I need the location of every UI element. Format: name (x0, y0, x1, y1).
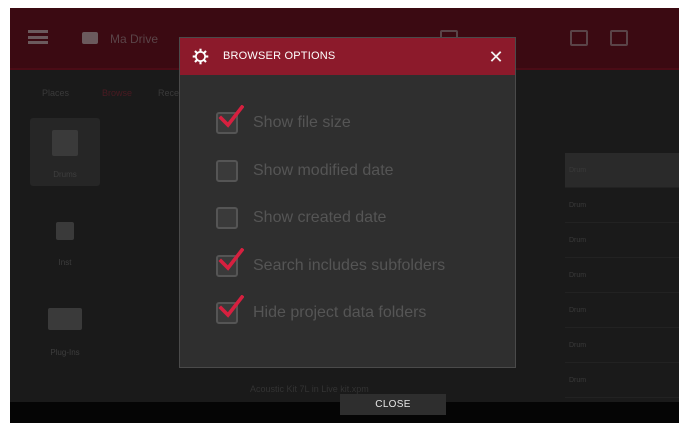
tab-places[interactable]: Places (42, 88, 69, 98)
type-cell: Drum (569, 377, 587, 384)
table-row[interactable]: Drum (565, 188, 679, 223)
option-hide-project-data-folders[interactable]: Hide project data folders (216, 295, 506, 326)
close-icon[interactable]: ✕ (485, 46, 507, 68)
category-inst[interactable]: Inst (30, 206, 100, 274)
drums-icon (52, 130, 78, 156)
dialog-title: BROWSER OPTIONS (223, 50, 336, 62)
table-row[interactable]: Drum (565, 153, 679, 188)
category-label: Inst (58, 258, 72, 267)
checkbox[interactable] (216, 105, 244, 134)
table-row[interactable]: Drum (565, 293, 679, 328)
option-show-modified-date[interactable]: Show modified date (216, 156, 506, 184)
option-label: Show created date (253, 209, 387, 226)
toolbar-icon-3[interactable] (610, 30, 628, 46)
instrument-icon (56, 222, 74, 240)
file-list-item[interactable]: Acoustic Kit 7L in Live kit.xpm (250, 384, 369, 394)
checkbox[interactable] (216, 160, 238, 182)
type-cell: Drum (569, 237, 587, 244)
category-drums[interactable]: Drums (30, 118, 100, 186)
table-row[interactable]: Drum (565, 363, 679, 398)
category-label: Plug-Ins (50, 348, 80, 357)
tab-browse[interactable]: Browse (102, 88, 132, 98)
checkmark-icon (218, 105, 244, 128)
table-row[interactable]: Drum (565, 258, 679, 293)
option-search-includes-subfolders[interactable]: Search includes subfolders (216, 248, 506, 279)
type-cell: Drum (569, 342, 587, 349)
browser-options-dialog: BROWSER OPTIONS ✕ Show file size Show mo… (179, 37, 516, 368)
type-cell: Drum (569, 167, 587, 174)
checkbox[interactable] (216, 248, 244, 277)
option-label: Hide project data folders (253, 304, 427, 321)
category-column: Drums Inst Plug-Ins (10, 106, 120, 406)
checkbox[interactable] (216, 295, 244, 324)
table-row[interactable]: Drum (565, 328, 679, 363)
table-row[interactable]: Drum (565, 223, 679, 258)
location-title: Ma Drive (110, 32, 159, 46)
category-label: Drums (53, 170, 77, 179)
option-label: Search includes subfolders (253, 257, 446, 274)
gear-icon (192, 48, 209, 65)
category-plugins[interactable]: Plug-Ins (30, 296, 100, 364)
folder-icon (82, 32, 98, 44)
toolbar-icon-2[interactable] (570, 30, 588, 46)
checkmark-icon (218, 248, 244, 271)
type-cell: Drum (569, 272, 587, 279)
checkbox[interactable] (216, 207, 238, 229)
menu-icon[interactable] (28, 30, 48, 44)
option-show-file-size[interactable]: Show file size (216, 105, 506, 136)
plugin-icon (48, 308, 82, 330)
type-cell: Drum (569, 307, 587, 314)
option-label: Show modified date (253, 162, 394, 179)
option-label: Show file size (253, 114, 351, 131)
file-list-columns: Drum Drum Drum Drum Drum Drum Drum (565, 153, 679, 398)
checkmark-icon (218, 295, 244, 318)
type-cell: Drum (569, 202, 587, 209)
dialog-header: BROWSER OPTIONS ✕ (180, 38, 515, 75)
close-button[interactable]: CLOSE (340, 394, 446, 415)
option-show-created-date[interactable]: Show created date (216, 203, 506, 231)
